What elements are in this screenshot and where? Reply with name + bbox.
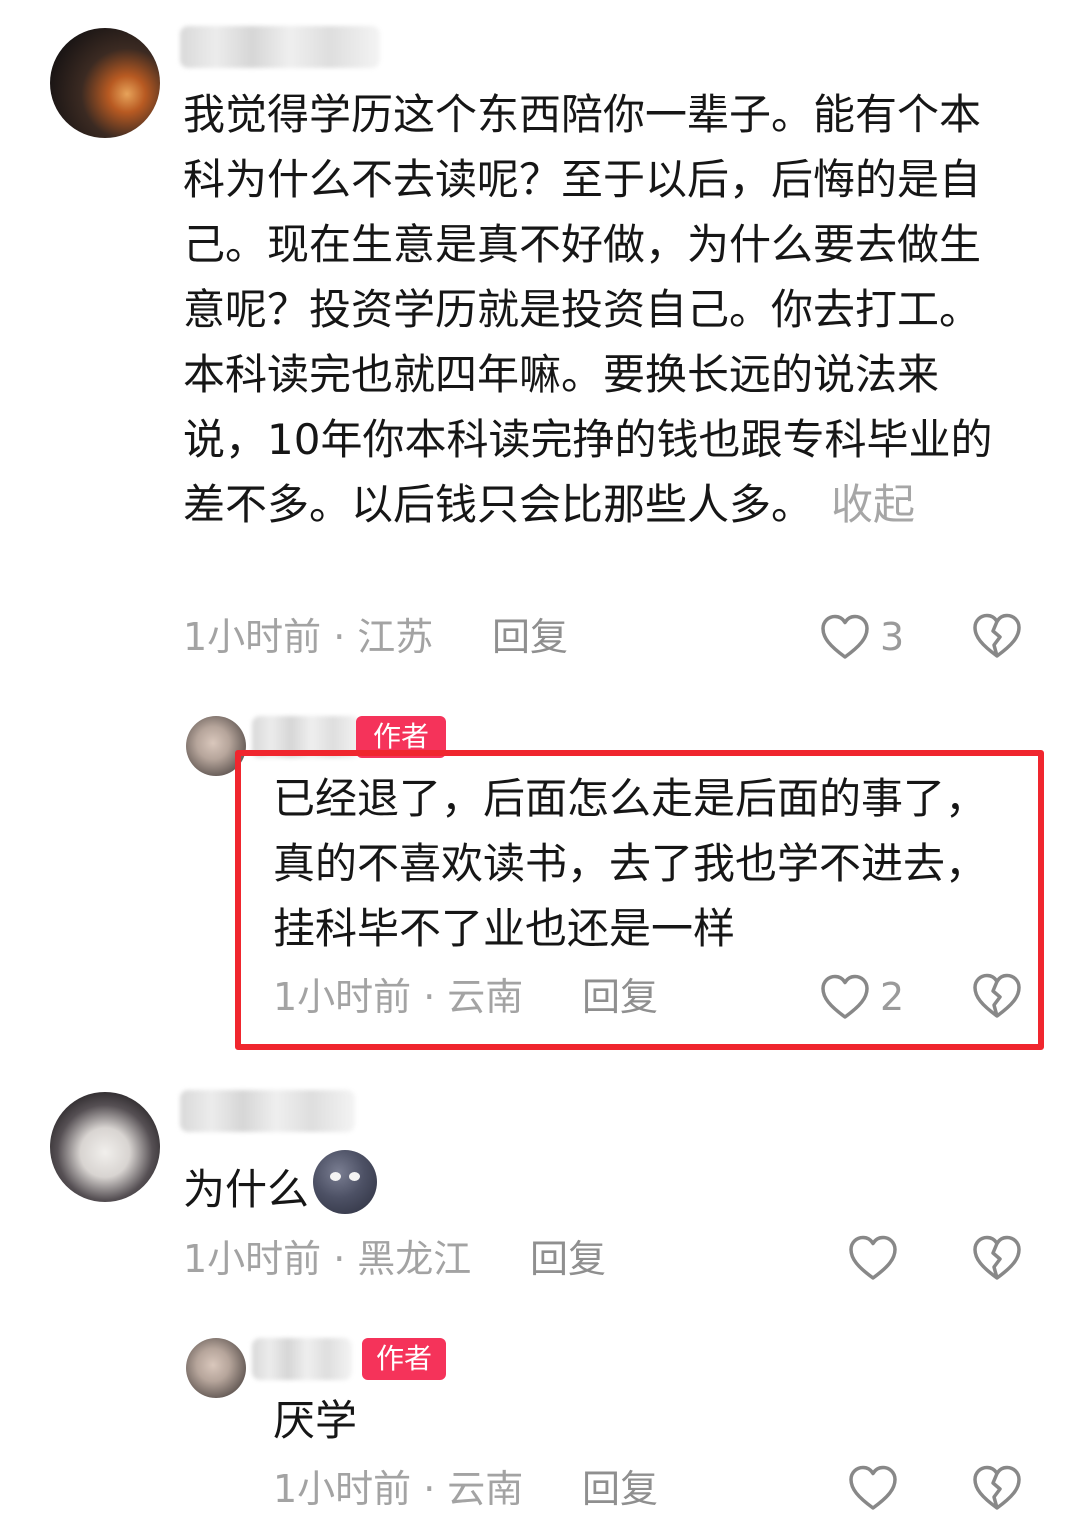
blurred-username[interactable]	[180, 1090, 355, 1132]
comment-time: 1小时前	[273, 1467, 412, 1511]
comment-text: 为什么	[183, 1150, 1013, 1222]
dislike-button[interactable]	[972, 1234, 1022, 1284]
broken-heart-icon	[972, 1234, 1022, 1282]
like-button[interactable]	[848, 1464, 898, 1514]
meta-separator: ·	[333, 1237, 346, 1281]
broken-heart-icon	[972, 1464, 1022, 1512]
comment-body: 为什么	[183, 1165, 310, 1214]
meta-separator: ·	[333, 615, 346, 659]
collapse-link[interactable]: 收起	[831, 480, 915, 529]
blurred-username[interactable]	[180, 26, 380, 68]
reply-button[interactable]: 回复	[492, 612, 568, 662]
comment-meta: 1小时前 · 江苏	[183, 612, 433, 662]
comment-text: 我觉得学历这个东西陪你一辈子。能有个本科为什么不去读呢？至于以后，后悔的是自己。…	[183, 82, 1013, 537]
heart-outline-icon	[848, 1234, 898, 1282]
comment-time: 1小时前	[183, 1237, 322, 1281]
comment-meta: 1小时前 · 云南	[273, 1464, 523, 1514]
comment-body: 我觉得学历这个东西陪你一辈子。能有个本科为什么不去读呢？至于以后，后悔的是自己。…	[183, 90, 993, 529]
heart-outline-icon	[820, 613, 870, 661]
comment-time: 1小时前	[183, 615, 322, 659]
red-highlight-box	[235, 750, 1044, 1050]
like-button[interactable]: 3	[820, 612, 904, 662]
heart-outline-icon	[848, 1464, 898, 1512]
dislike-button[interactable]	[972, 1464, 1022, 1514]
meta-separator: ·	[423, 1467, 436, 1511]
like-count: 3	[880, 615, 905, 659]
author-badge: 作者	[362, 1338, 446, 1380]
comment-text: 厌学	[273, 1396, 358, 1445]
comment-meta: 1小时前 · 黑龙江	[183, 1234, 471, 1284]
broken-heart-icon	[972, 612, 1022, 660]
reply-button[interactable]: 回复	[530, 1234, 606, 1284]
commenter-avatar[interactable]	[50, 1092, 160, 1202]
like-button[interactable]	[848, 1234, 898, 1284]
new-moon-face-icon	[313, 1150, 378, 1214]
comment-location: 云南	[447, 1467, 524, 1511]
author-avatar[interactable]	[186, 1338, 246, 1398]
commenter-avatar[interactable]	[50, 28, 160, 138]
blurred-username[interactable]	[252, 1338, 352, 1380]
comment-location: 黑龙江	[357, 1237, 472, 1281]
dislike-button[interactable]	[972, 612, 1022, 662]
comment-location: 江苏	[357, 615, 434, 659]
reply-button[interactable]: 回复	[582, 1464, 658, 1514]
